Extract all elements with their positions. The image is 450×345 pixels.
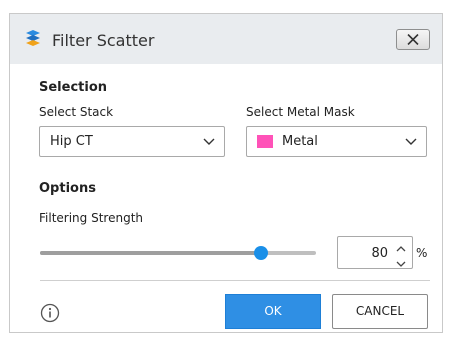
app-logo-icon — [26, 30, 40, 46]
slider-thumb[interactable] — [253, 246, 268, 260]
stack-dropdown[interactable]: Hip CT — [39, 126, 225, 157]
info-icon[interactable] — [40, 303, 60, 323]
filtering-strength-spinbox[interactable]: 80 — [337, 236, 413, 269]
metal-mask-dropdown-value: Metal — [282, 134, 318, 149]
filtering-strength-slider[interactable] — [40, 246, 316, 260]
select-stack-label: Select Stack — [39, 105, 114, 119]
close-button[interactable] — [396, 29, 430, 50]
close-icon — [407, 33, 419, 46]
mask-color-swatch — [257, 135, 273, 148]
percent-unit: % — [416, 246, 428, 260]
spin-down-button[interactable] — [394, 253, 408, 267]
divider — [40, 280, 430, 281]
metal-mask-dropdown[interactable]: Metal — [246, 126, 427, 157]
filtering-strength-label: Filtering Strength — [39, 211, 143, 225]
filtering-strength-value: 80 — [371, 246, 388, 261]
chevron-down-icon — [396, 261, 406, 267]
chevron-down-icon — [405, 138, 417, 145]
selection-heading: Selection — [39, 80, 108, 95]
ok-button[interactable]: OK — [225, 294, 321, 329]
filter-scatter-dialog: Filter Scatter Selection Select Stack Se… — [9, 13, 443, 333]
slider-fill — [40, 251, 261, 255]
title-bar: Filter Scatter — [10, 14, 442, 64]
stack-dropdown-value: Hip CT — [50, 134, 93, 149]
chevron-up-icon — [396, 246, 406, 252]
window-title: Filter Scatter — [52, 31, 155, 50]
options-heading: Options — [39, 181, 96, 196]
select-metal-mask-label: Select Metal Mask — [246, 105, 355, 119]
spin-up-button[interactable] — [394, 238, 408, 252]
chevron-down-icon — [203, 138, 215, 145]
cancel-button[interactable]: CANCEL — [332, 294, 428, 329]
